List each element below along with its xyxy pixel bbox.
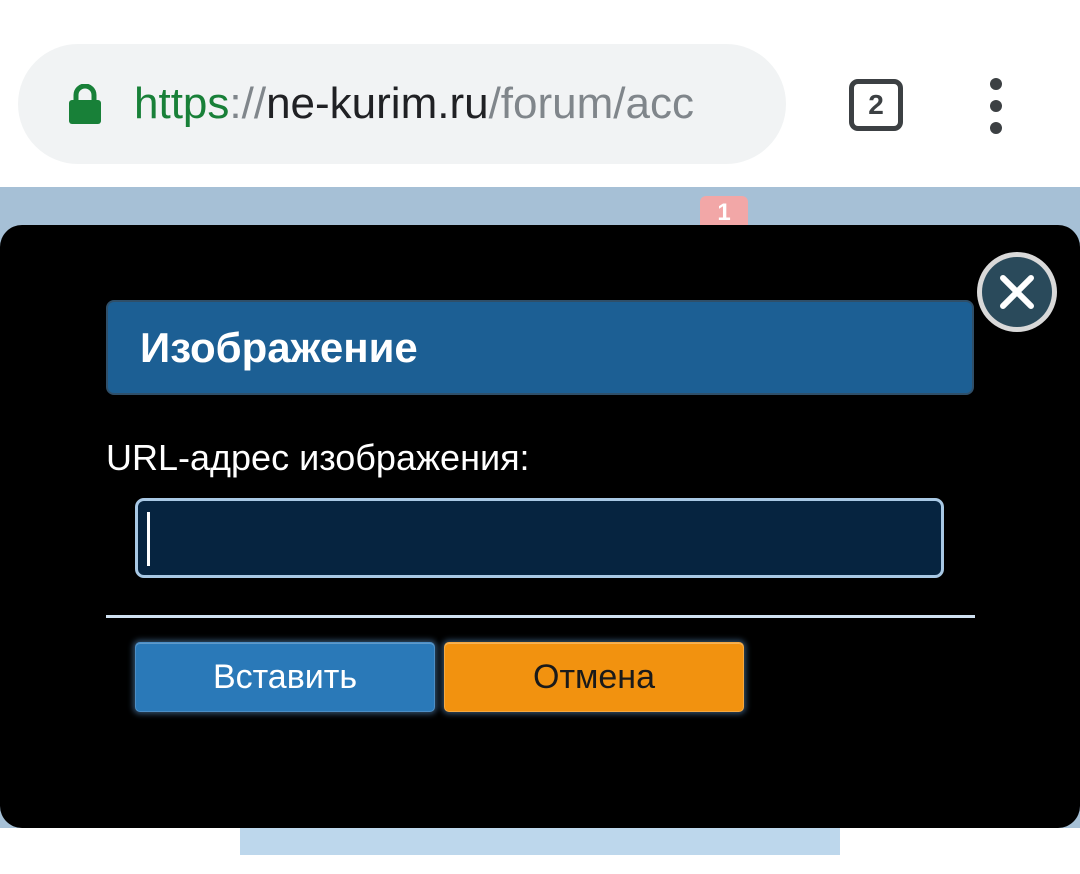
dialog-title: Изображение — [140, 323, 418, 371]
dialog-divider — [106, 615, 975, 618]
text-caret — [147, 512, 150, 566]
close-icon — [982, 257, 1052, 327]
tab-switcher-button[interactable]: 2 — [849, 79, 903, 131]
page-content-strip — [240, 828, 840, 855]
url-separator: :// — [229, 79, 267, 128]
dialog-header: Изображение — [106, 300, 974, 395]
address-bar[interactable]: https://ne-kurim.ru/forum/acc — [18, 44, 786, 164]
more-vert-icon[interactable] — [980, 78, 1012, 134]
menu-dot — [990, 78, 1002, 90]
menu-dot — [990, 100, 1002, 112]
menu-dot — [990, 122, 1002, 134]
image-url-input[interactable] — [135, 498, 944, 578]
close-button[interactable] — [977, 252, 1057, 332]
address-text[interactable]: https://ne-kurim.ru/forum/acc — [134, 79, 754, 129]
tab-count: 2 — [868, 89, 884, 120]
url-host: ne-kurim.ru — [266, 79, 489, 128]
url-path: /forum/acc — [488, 79, 694, 128]
url-scheme: https — [134, 79, 230, 128]
lock-icon[interactable] — [68, 83, 102, 124]
image-url-label: URL-адрес изображения: — [106, 437, 530, 478]
cancel-button[interactable]: Отмена — [444, 642, 744, 712]
screen: 1 https://ne-kurim.ru/forum/acc 2 Изобра… — [0, 0, 1080, 874]
insert-button[interactable]: Вставить — [135, 642, 435, 712]
